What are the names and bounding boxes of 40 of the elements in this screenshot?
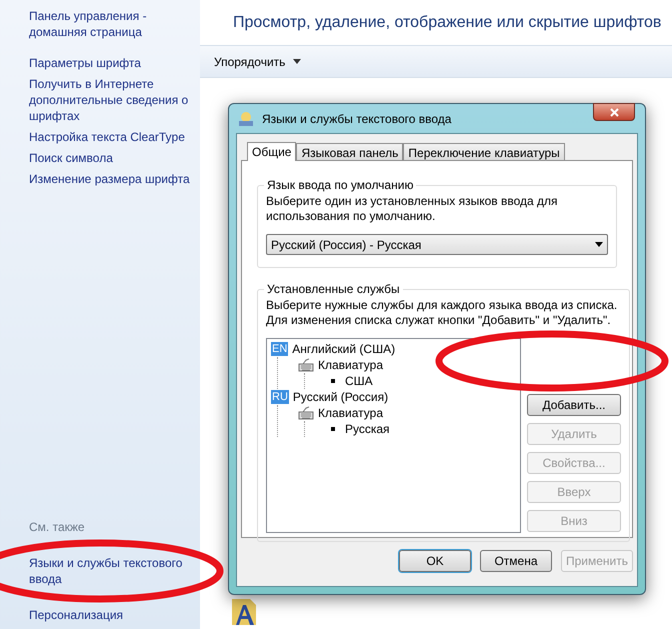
close-icon [610,108,618,116]
tab[interactable]: Языковая панель [296,143,404,160]
dropdown-arrow-icon [595,242,603,247]
bullet-icon [331,427,335,431]
sidebar-link[interactable]: Параметры шрифта [29,55,192,71]
tab[interactable]: Общие [247,142,296,161]
select-value: Русский (Россия) - Русская [271,236,422,254]
sidebar-link[interactable]: Настройка текста ClearType [29,129,192,145]
service-button[interactable]: Добавить... [527,394,621,416]
dialog-button[interactable]: Отмена [480,550,552,572]
dialog-button[interactable]: OK [399,550,471,572]
page-title: Просмотр, удаление, отображение или скрытие шрифтов [233,12,662,32]
tree-item[interactable]: Русский (Россия) [292,388,388,406]
language-badge: EN [271,342,288,356]
tree-item[interactable]: Русская [345,420,390,438]
bullet-icon [331,379,335,383]
sidebar-link[interactable]: Персонализация [29,607,192,623]
sidebar-link[interactable]: Получить в Интернете дополнительные сведения о шрифтах [29,76,192,124]
group-label: Язык ввода по умолчанию [266,177,414,194]
group-description: Выберите один из установленных языков ввода для использования по умолчанию. [266,194,559,224]
close-button[interactable] [593,103,635,121]
window-title: Языки и службы текстового ввода [262,110,452,128]
tab[interactable]: Переключение клавиатуры [403,143,565,160]
caret-icon [293,59,302,64]
organize-button[interactable]: Упорядочить [214,52,302,70]
group-label: Установленные службы [266,281,401,298]
sidebar-link[interactable]: Изменение размера шрифта [29,171,192,187]
keyboard-icon [298,358,314,372]
language-badge: RU [271,390,289,404]
tree-item[interactable]: Клавиатура [318,404,383,422]
sidebar-link[interactable]: Панель управления - домашняя страница [29,8,192,40]
tree-item[interactable]: Клавиатура [318,356,383,374]
sidebar-link[interactable]: Поиск символа [29,150,192,166]
keyboard-icon [298,406,314,420]
section-heading: См. также [29,519,86,535]
keyboard-globe-icon [238,110,254,126]
language-select[interactable]: Русский (Россия) - Русская [266,234,608,255]
tree-item[interactable]: США [345,372,373,390]
group-description: Выберите нужные службы для каждого языка ввода из списка. Для изменения списка служат кнопки "Добавить" и "Удалить". [266,298,618,328]
tree-item[interactable]: Английский (США) [292,340,396,358]
